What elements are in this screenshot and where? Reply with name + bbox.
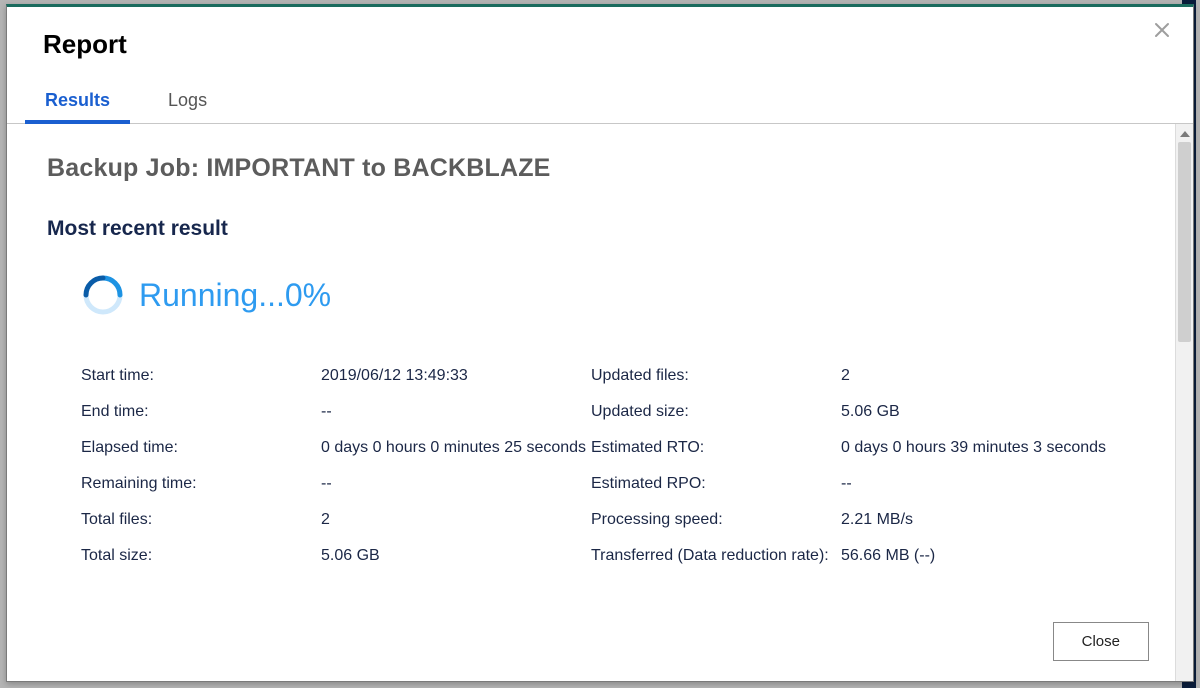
job-name: IMPORTANT to BACKBLAZE	[206, 154, 550, 182]
close-button[interactable]: Close	[1053, 622, 1149, 661]
close-icon[interactable]	[1149, 17, 1175, 43]
value-processing-speed: 2.21 MB/s	[841, 511, 1115, 529]
value-updated-files: 2	[841, 367, 1115, 385]
stats-grid: Start time: 2019/06/12 13:49:33 Updated …	[47, 367, 1135, 565]
dialog-body: Backup Job: IMPORTANT to BACKBLAZE Most …	[7, 124, 1193, 681]
status-text: Running...0%	[139, 277, 331, 314]
scrollbar-thumb[interactable]	[1178, 142, 1191, 342]
label-estimated-rpo: Estimated RPO:	[591, 475, 841, 493]
label-transferred: Transferred (Data reduction rate):	[591, 547, 841, 565]
section-title: Most recent result	[47, 217, 1135, 241]
label-start-time: Start time:	[81, 367, 321, 385]
label-elapsed-time: Elapsed time:	[81, 439, 321, 457]
job-title: Backup Job: IMPORTANT to BACKBLAZE	[47, 154, 1135, 183]
label-total-size: Total size:	[81, 547, 321, 565]
value-start-time: 2019/06/12 13:49:33	[321, 367, 591, 385]
job-label: Backup Job:	[47, 154, 199, 182]
scrollbar-up-icon[interactable]	[1176, 126, 1193, 142]
label-updated-size: Updated size:	[591, 403, 841, 421]
dialog-title: Report	[43, 29, 1157, 60]
value-updated-size: 5.06 GB	[841, 403, 1115, 421]
dialog-footer: Close	[1053, 622, 1149, 661]
value-end-time: --	[321, 403, 591, 421]
vertical-scrollbar[interactable]	[1175, 124, 1193, 681]
value-elapsed-time: 0 days 0 hours 0 minutes 25 seconds	[321, 439, 591, 457]
value-estimated-rpo: --	[841, 475, 1115, 493]
dialog-header: Report	[7, 7, 1193, 60]
value-total-size: 5.06 GB	[321, 547, 591, 565]
tab-results[interactable]: Results	[43, 84, 112, 123]
content-scroll: Backup Job: IMPORTANT to BACKBLAZE Most …	[7, 124, 1175, 681]
value-transferred: 56.66 MB (--)	[841, 547, 1115, 565]
label-end-time: End time:	[81, 403, 321, 421]
value-estimated-rto: 0 days 0 hours 39 minutes 3 seconds	[841, 439, 1115, 457]
status-row: Running...0%	[47, 273, 1135, 317]
label-total-files: Total files:	[81, 511, 321, 529]
label-estimated-rto: Estimated RTO:	[591, 439, 841, 457]
tab-bar: Results Logs	[7, 60, 1193, 124]
label-updated-files: Updated files:	[591, 367, 841, 385]
tab-logs[interactable]: Logs	[166, 84, 209, 123]
report-dialog: Report Results Logs Backup Job: IMPORTAN…	[6, 4, 1194, 682]
label-processing-speed: Processing speed:	[591, 511, 841, 529]
label-remaining-time: Remaining time:	[81, 475, 321, 493]
value-remaining-time: --	[321, 475, 591, 493]
value-total-files: 2	[321, 511, 591, 529]
content: Backup Job: IMPORTANT to BACKBLAZE Most …	[7, 124, 1175, 585]
spinner-icon	[81, 273, 125, 317]
